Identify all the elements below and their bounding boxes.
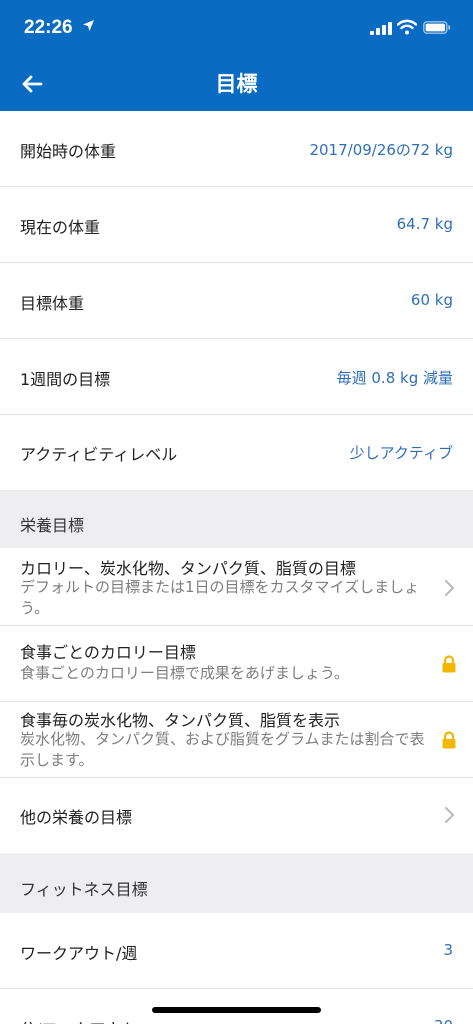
row-value: 60 kg bbox=[410, 291, 453, 309]
row-value: 毎週 0.8 kg 減量 bbox=[336, 369, 453, 387]
activity-level-row[interactable]: アクティビティレベル 少しアクティブ bbox=[0, 415, 473, 490]
row-label: ワークアウト/週 bbox=[20, 944, 138, 963]
row-value: 64.7 kg bbox=[396, 215, 453, 233]
nutrition-section-header: 栄養目標 bbox=[0, 490, 473, 548]
lock-icon bbox=[442, 731, 456, 749]
section-label: フィットネス目標 bbox=[20, 880, 148, 899]
row-label: 目標体重 bbox=[20, 294, 85, 313]
row-title: 食事毎の炭水化物、タンパク質、脂質を表示 bbox=[20, 711, 341, 730]
row-label: 開始時の体重 bbox=[20, 142, 117, 161]
row-label: アクティビティレベル bbox=[20, 445, 178, 464]
row-title: 他の栄養の目標 bbox=[20, 808, 133, 827]
chevron-right-icon bbox=[445, 580, 455, 596]
chevron-right-icon bbox=[445, 807, 455, 823]
start-weight-row[interactable]: 開始時の体重 2017/09/26の72 kg bbox=[0, 111, 473, 187]
row-value: 2017/09/26の72 kg bbox=[309, 141, 453, 159]
workouts-per-week-row[interactable]: ワークアウト/週 3 bbox=[0, 913, 473, 989]
other-nutrition-goals-row[interactable]: 他の栄養の目標 bbox=[0, 778, 473, 853]
cellular-signal-icon bbox=[370, 22, 392, 35]
page-title: 目標 bbox=[215, 72, 258, 96]
row-subtitle: デフォルトの目標または1日の目標をカスタマイズしましょう。 bbox=[20, 578, 420, 617]
section-label: 栄養目標 bbox=[20, 516, 85, 535]
app-header: 22:26 目標 bbox=[0, 0, 473, 111]
row-value: 3 bbox=[443, 941, 453, 959]
status-bar: 22:26 bbox=[0, 0, 473, 56]
row-title: カロリー、炭水化物、タンパク質、脂質の目標 bbox=[20, 559, 356, 578]
row-title: 食事ごとのカロリー目標 bbox=[20, 643, 196, 662]
location-arrow-icon bbox=[83, 20, 94, 31]
row-subtitle: 食事ごとのカロリー目標で成果をあげましょう。 bbox=[20, 664, 349, 682]
row-subtitle: 炭水化物、タンパク質、および脂質をグラムまたは割合で表示します。 bbox=[20, 730, 425, 769]
battery-icon bbox=[423, 21, 451, 34]
meal-macros-display-row[interactable]: 食事毎の炭水化物、タンパク質、脂質を表示 炭水化物、タンパク質、および脂質をグラ… bbox=[0, 702, 473, 778]
row-label: 1週間の目標 bbox=[20, 370, 111, 389]
row-label: 現在の体重 bbox=[20, 218, 101, 237]
fitness-section-header: フィットネス目標 bbox=[0, 853, 473, 913]
weekly-goal-row[interactable]: 1週間の目標 毎週 0.8 kg 減量 bbox=[0, 339, 473, 415]
meal-calorie-goals-row[interactable]: 食事ごとのカロリー目標 食事ごとのカロリー目標で成果をあげましょう。 bbox=[0, 626, 473, 702]
row-value: 少しアクティブ bbox=[349, 444, 453, 462]
macro-goals-row[interactable]: カロリー、炭水化物、タンパク質、脂質の目標 デフォルトの目標または1日の目標をカ… bbox=[0, 548, 473, 626]
goal-weight-row[interactable]: 目標体重 60 kg bbox=[0, 263, 473, 339]
row-label: 分/ワークアウト bbox=[20, 1016, 137, 1024]
current-weight-row[interactable]: 現在の体重 64.7 kg bbox=[0, 187, 473, 263]
status-time: 22:26 bbox=[24, 17, 73, 38]
home-indicator[interactable] bbox=[152, 1007, 321, 1013]
row-value: 30 bbox=[434, 1017, 453, 1024]
lock-icon bbox=[442, 655, 456, 673]
wifi-icon bbox=[397, 19, 417, 35]
